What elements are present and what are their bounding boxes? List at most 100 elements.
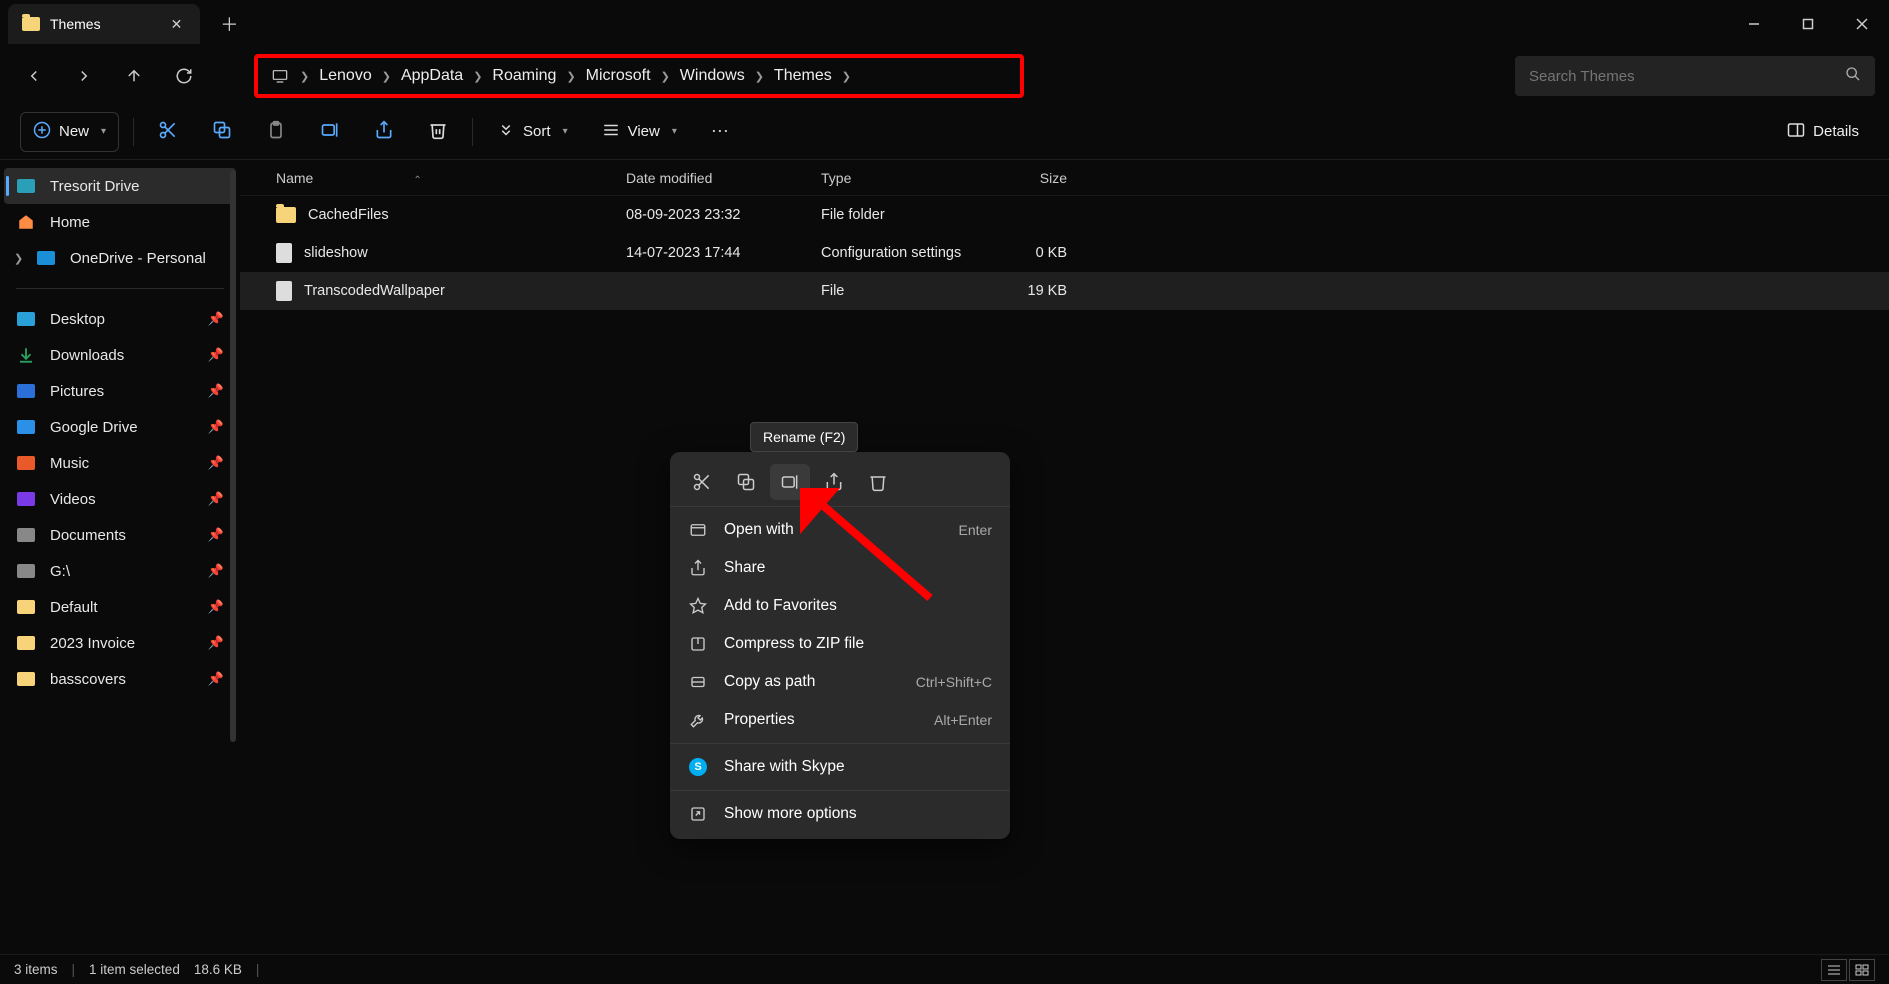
ctx-properties[interactable]: Properties Alt+Enter bbox=[670, 701, 1010, 739]
chevron-down-icon: ▾ bbox=[101, 126, 106, 137]
new-tab-button[interactable]: ＋ bbox=[220, 11, 238, 37]
up-button[interactable] bbox=[114, 56, 154, 96]
ctx-delete-button[interactable] bbox=[858, 464, 898, 500]
sidebar-item-desktop[interactable]: Desktop📌 bbox=[0, 301, 240, 337]
folder-icon bbox=[16, 669, 36, 689]
folder-icon bbox=[276, 207, 296, 223]
context-icon-row bbox=[670, 458, 1010, 507]
back-button[interactable] bbox=[14, 56, 54, 96]
column-name[interactable]: Name⌃ bbox=[264, 170, 614, 186]
wrench-icon bbox=[688, 711, 708, 729]
pin-icon: 📌 bbox=[208, 527, 224, 543]
pin-icon: 📌 bbox=[208, 383, 224, 399]
ctx-favorites[interactable]: Add to Favorites bbox=[670, 587, 1010, 625]
sidebar-item-downloads[interactable]: Downloads📌 bbox=[0, 337, 240, 373]
breadcrumb-segment[interactable]: Themes bbox=[764, 67, 842, 85]
chevron-right-icon[interactable]: ❯ bbox=[661, 70, 670, 83]
sidebar-item-music[interactable]: Music📌 bbox=[0, 445, 240, 481]
file-icon bbox=[276, 281, 292, 301]
sidebar-item-videos[interactable]: Videos📌 bbox=[0, 481, 240, 517]
maximize-button[interactable] bbox=[1781, 0, 1835, 48]
docs-icon bbox=[16, 525, 36, 545]
forward-button[interactable] bbox=[64, 56, 104, 96]
breadcrumb-segment[interactable]: Windows bbox=[670, 67, 755, 85]
ctx-rename-button[interactable] bbox=[770, 464, 810, 500]
titlebar: Themes ✕ ＋ bbox=[0, 0, 1889, 48]
breadcrumb-segment[interactable]: Lenovo bbox=[309, 67, 382, 85]
ctx-cut-button[interactable] bbox=[682, 464, 722, 500]
ctx-zip[interactable]: Compress to ZIP file bbox=[670, 625, 1010, 663]
status-icons-view-button[interactable] bbox=[1849, 959, 1875, 981]
pin-icon: 📌 bbox=[208, 635, 224, 651]
new-button[interactable]: New ▾ bbox=[20, 112, 119, 152]
sidebar-scrollbar[interactable] bbox=[230, 170, 236, 742]
rename-button[interactable] bbox=[310, 112, 350, 152]
chevron-right-icon[interactable]: ❯ bbox=[566, 70, 575, 83]
zip-icon bbox=[688, 635, 708, 653]
paste-button[interactable] bbox=[256, 112, 296, 152]
sidebar-item-label: Pictures bbox=[50, 383, 104, 400]
sort-button[interactable]: Sort ▾ bbox=[487, 112, 578, 152]
file-row[interactable]: TranscodedWallpaperFile19 KB bbox=[240, 272, 1889, 310]
sidebar-item-onedrive-personal[interactable]: ❯OneDrive - Personal bbox=[0, 240, 240, 276]
sidebar-item-label: 2023 Invoice bbox=[50, 635, 135, 652]
home-icon bbox=[16, 212, 36, 232]
trash-icon bbox=[428, 120, 448, 144]
chevron-right-icon[interactable]: ❯ bbox=[755, 70, 764, 83]
search-input[interactable] bbox=[1529, 68, 1845, 85]
copy-path-icon bbox=[688, 673, 708, 691]
refresh-button[interactable] bbox=[164, 56, 204, 96]
main-area: Tresorit DriveHome❯OneDrive - Personal D… bbox=[0, 160, 1889, 954]
column-date[interactable]: Date modified bbox=[614, 170, 809, 186]
rename-tooltip: Rename (F2) bbox=[750, 422, 858, 452]
more-button[interactable]: ⋯ bbox=[701, 112, 739, 152]
pictures-icon bbox=[16, 381, 36, 401]
details-pane-button[interactable]: Details bbox=[1777, 112, 1869, 152]
sidebar-item-documents[interactable]: Documents 📌 bbox=[0, 517, 240, 553]
ctx-more-options[interactable]: Show more options bbox=[670, 795, 1010, 833]
file-name: CachedFiles bbox=[308, 207, 389, 223]
column-type[interactable]: Type bbox=[809, 170, 979, 186]
pin-icon: 📌 bbox=[208, 491, 224, 507]
ctx-share[interactable]: Share bbox=[670, 549, 1010, 587]
window-tab[interactable]: Themes ✕ bbox=[8, 4, 200, 44]
ctx-open-with[interactable]: Open with Enter bbox=[670, 511, 1010, 549]
chevron-right-icon[interactable]: ❯ bbox=[842, 70, 851, 83]
status-details-view-button[interactable] bbox=[1821, 959, 1847, 981]
search-box[interactable] bbox=[1515, 56, 1875, 96]
sidebar-item-tresorit-drive[interactable]: Tresorit Drive bbox=[4, 168, 236, 204]
cut-button[interactable] bbox=[148, 112, 188, 152]
file-row[interactable]: slideshow14-07-2023 17:44Configuration s… bbox=[240, 234, 1889, 272]
sidebar-item-g-[interactable]: G:\📌 bbox=[0, 553, 240, 589]
breadcrumb-root-pc-icon[interactable] bbox=[260, 68, 300, 84]
file-row[interactable]: CachedFiles08-09-2023 23:32File folder bbox=[240, 196, 1889, 234]
share-button[interactable] bbox=[364, 112, 404, 152]
copy-button[interactable] bbox=[202, 112, 242, 152]
ctx-copy-path[interactable]: Copy as path Ctrl+Shift+C bbox=[670, 663, 1010, 701]
chevron-right-icon[interactable]: ❯ bbox=[382, 70, 391, 83]
column-size[interactable]: Size bbox=[979, 170, 1079, 186]
sidebar-item-default[interactable]: Default📌 bbox=[0, 589, 240, 625]
sidebar-item-pictures[interactable]: Pictures 📌 bbox=[0, 373, 240, 409]
sidebar-divider bbox=[16, 288, 224, 289]
file-date: 08-09-2023 23:32 bbox=[614, 207, 809, 223]
minimize-button[interactable] bbox=[1727, 0, 1781, 48]
sidebar-item-basscovers[interactable]: basscovers📌 bbox=[0, 661, 240, 697]
sidebar-item-home[interactable]: Home bbox=[0, 204, 240, 240]
breadcrumb-segment[interactable]: AppData bbox=[391, 67, 473, 85]
ctx-copy-button[interactable] bbox=[726, 464, 766, 500]
breadcrumb-segment[interactable]: Roaming bbox=[482, 67, 566, 85]
sidebar-item-2023-invoice[interactable]: 2023 Invoice 📌 bbox=[0, 625, 240, 661]
sidebar-item-label: Documents bbox=[50, 527, 126, 544]
chevron-right-icon[interactable]: ❯ bbox=[473, 70, 482, 83]
chevron-right-icon[interactable]: ❯ bbox=[300, 70, 309, 83]
view-button[interactable]: View ▾ bbox=[592, 112, 687, 152]
ctx-share-button[interactable] bbox=[814, 464, 854, 500]
sidebar-item-google-drive[interactable]: Google Drive📌 bbox=[0, 409, 240, 445]
share-icon bbox=[374, 120, 394, 144]
ctx-skype[interactable]: S Share with Skype bbox=[670, 748, 1010, 786]
delete-button[interactable] bbox=[418, 112, 458, 152]
breadcrumb-segment[interactable]: Microsoft bbox=[576, 67, 661, 85]
tab-close-button[interactable]: ✕ bbox=[171, 16, 183, 33]
close-window-button[interactable] bbox=[1835, 0, 1889, 48]
